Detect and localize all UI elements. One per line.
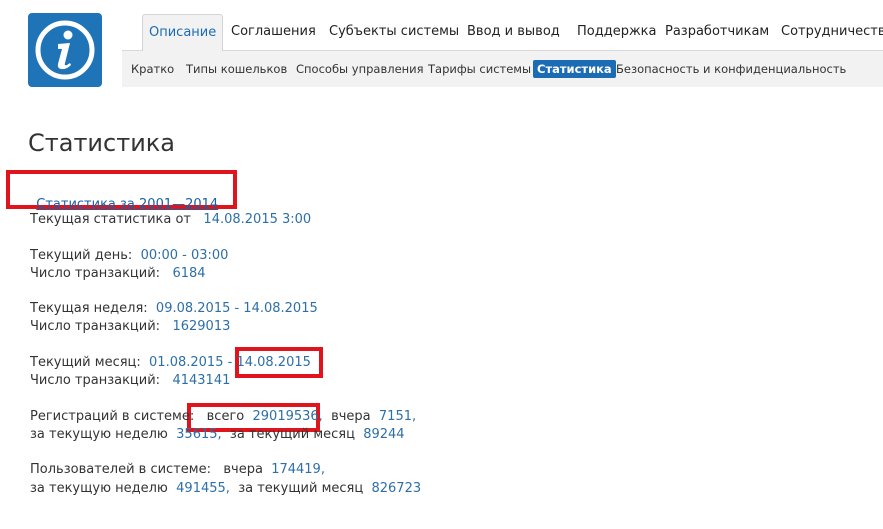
archive-statistics-link[interactable]: Статистика за 2001—2014 (36, 197, 218, 212)
week-row: Текущая неделя: 09.08.2015 - 14.08.2015 (30, 301, 318, 316)
day-tx-row: Число транзакций: 6184 (30, 266, 206, 281)
page-title: Статистика (28, 129, 175, 157)
week-tx-value: 1629013 (172, 319, 231, 334)
month-label: Текущий месяц: (30, 355, 141, 370)
users-month-label: за текущий месяц (238, 481, 364, 496)
users-row: Пользователей в системе: вчера 174419, (30, 462, 325, 477)
tab-description[interactable]: Описание (142, 14, 224, 52)
navigation: Описание Соглашения Субъекты системы Вво… (122, 12, 883, 87)
users-week-label: за текущую неделю (30, 481, 168, 496)
registrations-month-value: 89244 (363, 427, 405, 442)
week-tx-label: Число транзакций: (30, 319, 161, 334)
info-icon (35, 20, 95, 80)
current-stats-label: Текущая статистика от (30, 212, 192, 227)
week-value: 09.08.2015 - 14.08.2015 (155, 301, 318, 316)
week-label: Текущая неделя: (30, 301, 148, 316)
registrations-week-value: 35615, (176, 427, 222, 442)
users-yesterday-value: 174419, (271, 462, 325, 477)
info-logo-icon[interactable] (28, 13, 102, 87)
users-month-value: 826723 (371, 481, 422, 496)
registrations-yesterday-label: вчера (331, 409, 371, 424)
users-week-value: 491455, (176, 481, 230, 496)
month-row: Текущий месяц: 01.08.2015 - 14.08.2015 (30, 355, 311, 370)
month-tx-label: Число транзакций: (30, 373, 161, 388)
sub-nav: Кратко Типы кошельков Способы управления… (122, 51, 883, 87)
current-stats-value: 14.08.2015 3:00 (203, 212, 312, 227)
month-tx-value: 4143141 (172, 373, 231, 388)
users-yesterday-label: вчера (223, 462, 263, 477)
registrations-yesterday-value: 7151, (378, 409, 417, 424)
day-row: Текущий день: 00:00 - 03:00 (30, 248, 228, 263)
registrations-week-label: за текущую неделю (30, 427, 168, 442)
day-tx-value: 6184 (172, 266, 206, 281)
main-nav: Описание Соглашения Субъекты системы Вво… (122, 12, 883, 52)
month-to-value: 14.08.2015 (236, 355, 311, 370)
tab-input-output[interactable]: Ввод и вывод (467, 14, 560, 50)
month-from-value: 01.08.2015 (149, 355, 224, 370)
users-label: Пользователей в системе: (30, 462, 211, 477)
month-dash: - (227, 355, 233, 370)
day-label: Текущий день: (30, 248, 133, 263)
subtab-brief[interactable]: Кратко (131, 60, 174, 78)
registrations-total-label: всего (206, 409, 245, 424)
month-tx-row: Число транзакций: 4143141 (30, 373, 230, 388)
registrations-month-label: за текущий месяц (229, 427, 355, 442)
registrations-row: Регистраций в системе: всего 29019536, в… (30, 409, 416, 424)
day-value: 00:00 - 03:00 (140, 248, 229, 263)
tab-agreements[interactable]: Соглашения (231, 14, 316, 50)
tab-cooperation[interactable]: Сотрудничество (781, 14, 883, 50)
subtab-management-methods[interactable]: Способы управления (296, 60, 424, 78)
tab-developers[interactable]: Разработчикам (665, 14, 769, 50)
subtab-wallet-types[interactable]: Типы кошельков (186, 60, 287, 78)
tab-support[interactable]: Поддержка (577, 14, 657, 50)
subtab-security[interactable]: Безопасность и конфиденциальность (616, 60, 846, 78)
subtab-tariffs[interactable]: Тарифы системы (428, 60, 531, 78)
week-tx-row: Число транзакций: 1629013 (30, 319, 230, 334)
users-row-2: за текущую неделю 491455, за текущий мес… (30, 481, 421, 496)
current-stats-row: Текущая статистика от 14.08.2015 3:00 (30, 212, 311, 227)
registrations-label: Регистраций в системе: (30, 409, 195, 424)
tab-system-subjects[interactable]: Субъекты системы (329, 14, 459, 50)
day-tx-label: Число транзакций: (30, 266, 161, 281)
registrations-total-value: 29019536, (252, 409, 323, 424)
subtab-statistics[interactable]: Статистика (533, 60, 616, 78)
registrations-row-2: за текущую неделю 35615, за текущий меся… (30, 427, 405, 442)
